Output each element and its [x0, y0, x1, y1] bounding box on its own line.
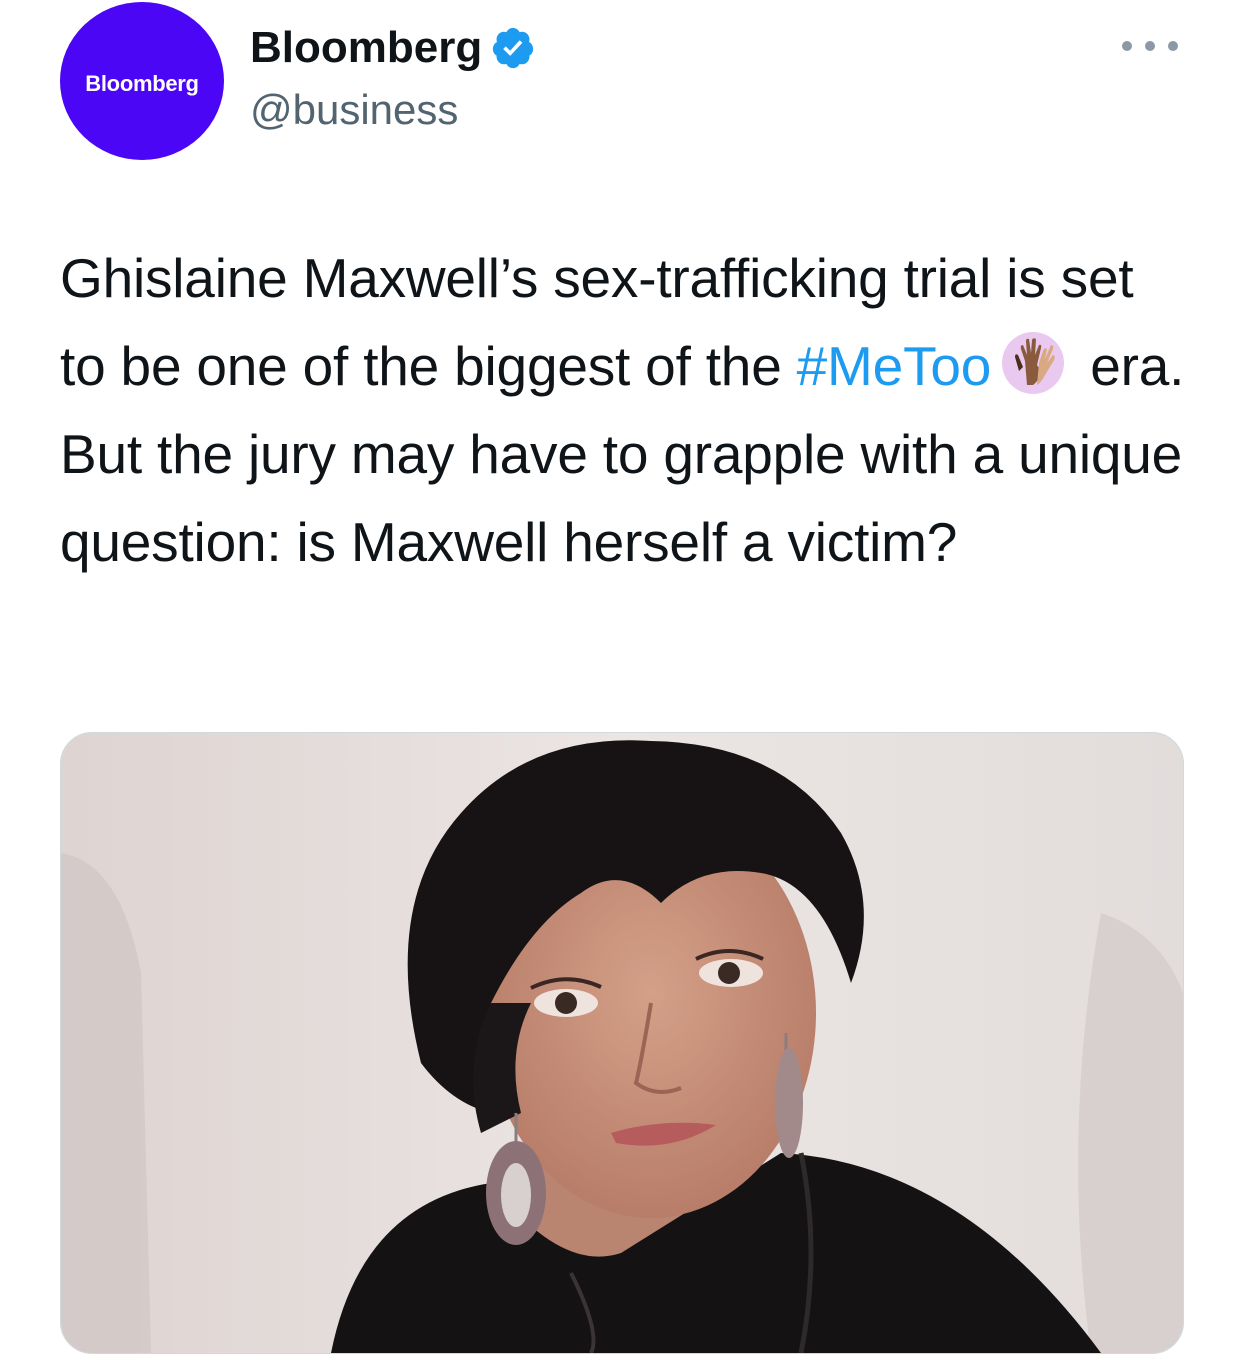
author-avatar[interactable]: Bloomberg: [60, 2, 224, 160]
more-dot: [1122, 41, 1132, 51]
raised-hands-emoji-icon: [1002, 332, 1065, 394]
verified-badge-icon: [493, 27, 534, 69]
author-name-row[interactable]: Bloomberg: [250, 22, 536, 74]
author-display-name[interactable]: Bloomberg: [250, 22, 482, 74]
more-dot: [1168, 41, 1178, 51]
portrait-photo: [61, 733, 1183, 1353]
avatar-logo-text: Bloomberg: [85, 71, 199, 96]
tweet: Bloomberg Bloomberg @business Ghislaine …: [0, 0, 1234, 1354]
more-options-icon[interactable]: [1122, 30, 1178, 62]
tweet-photo[interactable]: [60, 732, 1184, 1354]
hashtag-link[interactable]: #MeToo: [797, 335, 992, 397]
more-dot: [1145, 41, 1155, 51]
tweet-text: Ghislaine Maxwell’s sex-trafficking tria…: [60, 234, 1190, 586]
author-handle[interactable]: @business: [250, 84, 458, 136]
